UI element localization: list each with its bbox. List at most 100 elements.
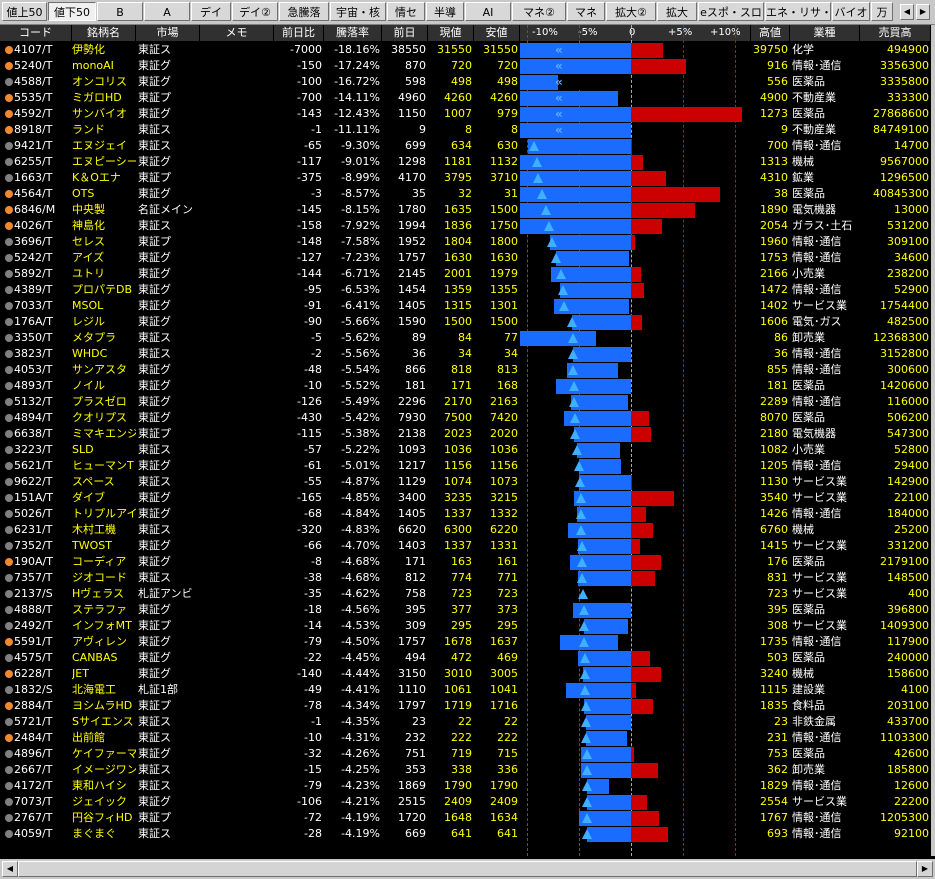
table-row[interactable]: 7357/T ジオコード 東証ス -38 -4.68% 812 774 771 831 サービス業… — [0, 570, 935, 586]
col-header-market[interactable]: 市場 — [136, 25, 200, 41]
table-row[interactable]: 5591/T アヴィレン 東証グ -79 -4.50% 1757 1678 1637 1735 情… — [0, 634, 935, 650]
memo-cell[interactable] — [200, 154, 274, 170]
table-row[interactable]: 2767/T 円谷フィHD 東証プ -72 -4.19% 1720 1648 1634 1767… — [0, 810, 935, 826]
memo-cell[interactable] — [200, 506, 274, 522]
table-row[interactable]: 4575/T CANBAS 東証グ -22 -4.45% 494 472 469 503 医薬品 2… — [0, 650, 935, 666]
col-header-memo[interactable]: メモ — [200, 25, 274, 41]
col-header-price[interactable]: 現値 — [428, 25, 474, 41]
memo-cell[interactable] — [200, 618, 274, 634]
col-header-diff[interactable]: 前日比 — [274, 25, 324, 41]
memo-cell[interactable] — [200, 138, 274, 154]
memo-cell[interactable] — [200, 282, 274, 298]
table-row[interactable]: 8918/T ランド 東証ス -1 -11.11% 9 8 8 9 不動産業 84749100 « — [0, 122, 935, 138]
table-row[interactable]: 3350/T メタプラ 東証ス -5 -5.62% 89 84 77 86 卸売業 12368300 — [0, 330, 935, 346]
memo-cell[interactable] — [200, 778, 274, 794]
memo-cell[interactable] — [200, 394, 274, 410]
table-row[interactable]: 6228/T JET 東証グ -140 -4.44% 3150 3010 3005 3240 機械… — [0, 666, 935, 682]
table-row[interactable]: 4588/T オンコリス 東証グ -100 -16.72% 598 498 498 556 医薬品… — [0, 74, 935, 90]
table-row[interactable]: 3823/T WHDC 東証ス -2 -5.56% 36 34 34 36 情報･通信 315280… — [0, 346, 935, 362]
memo-cell[interactable] — [200, 122, 274, 138]
table-row[interactable]: 4107/T 伊勢化 東証ス -7000 -18.16% 38550 31550 31550 3… — [0, 42, 935, 58]
tab-scroll-right-icon[interactable]: ▶ — [916, 4, 930, 20]
memo-cell[interactable] — [200, 314, 274, 330]
memo-cell[interactable] — [200, 810, 274, 826]
memo-cell[interactable] — [200, 666, 274, 682]
table-row[interactable]: 4894/T クオリプス 東証グ -430 -5.42% 7930 7500 7420 8070… — [0, 410, 935, 426]
horizontal-scrollbar[interactable]: ◀ ▶ — [0, 859, 935, 879]
memo-cell[interactable] — [200, 522, 274, 538]
table-row[interactable]: 151A/T ダイブ 東証グ -165 -4.85% 3400 3235 3215 3540 サー… — [0, 490, 935, 506]
table-row[interactable]: 9421/T エヌジェイ 東証ス -65 -9.30% 699 634 630 700 情報･通信… — [0, 138, 935, 154]
col-header-pct[interactable]: 騰落率 — [324, 25, 382, 41]
table-row[interactable]: 4888/T ステラファ 東証グ -18 -4.56% 395 377 373 395 医薬品 39… — [0, 602, 935, 618]
tab-6[interactable]: 急騰落 — [279, 2, 329, 21]
table-row[interactable]: 1832/S 北海電工 札証1部 -49 -4.41% 1110 1061 1041 1115 建… — [0, 682, 935, 698]
col-header-high[interactable]: 高値 — [751, 25, 790, 41]
table-row[interactable]: 7352/T TWOST 東証グ -66 -4.70% 1403 1337 1331 1415 サ… — [0, 538, 935, 554]
table-row[interactable]: 4893/T ノイル 東証グ -10 -5.52% 181 171 168 181 医薬品 1420… — [0, 378, 935, 394]
memo-cell[interactable] — [200, 794, 274, 810]
scroll-left-button[interactable]: ◀ — [2, 861, 18, 877]
memo-cell[interactable] — [200, 826, 274, 842]
col-header-code[interactable]: コード — [0, 25, 72, 41]
memo-cell[interactable] — [200, 170, 274, 186]
memo-cell[interactable] — [200, 538, 274, 554]
table-row[interactable]: 6846/M 中央製 名証メイン -145 -8.15% 1780 1635 1500 1890… — [0, 202, 935, 218]
memo-cell[interactable] — [200, 250, 274, 266]
memo-cell[interactable] — [200, 90, 274, 106]
memo-cell[interactable] — [200, 106, 274, 122]
table-row[interactable]: 4172/T 東和ハイシ 東証ス -79 -4.23% 1869 1790 1790 1829 情… — [0, 778, 935, 794]
table-row[interactable]: 190A/T コーディア 東証グ -8 -4.68% 171 163 161 176 医薬品 217… — [0, 554, 935, 570]
memo-cell[interactable] — [200, 330, 274, 346]
table-row[interactable]: 2884/T ヨシムラHD 東証プ -78 -4.34% 1797 1719 1716 1835… — [0, 698, 935, 714]
table-row[interactable]: 5132/T プラスゼロ 東証グ -126 -5.49% 2296 2170 2163 2289… — [0, 394, 935, 410]
memo-cell[interactable] — [200, 58, 274, 74]
tab-2[interactable]: B — [97, 2, 143, 21]
tab-3[interactable]: A — [144, 2, 190, 21]
memo-cell[interactable] — [200, 602, 274, 618]
tab-11[interactable]: マネ② — [512, 2, 566, 21]
memo-cell[interactable] — [200, 346, 274, 362]
col-header-industry[interactable]: 業種 — [790, 25, 860, 41]
memo-cell[interactable] — [200, 458, 274, 474]
memo-cell[interactable] — [200, 266, 274, 282]
table-row[interactable]: 176A/T レジル 東証グ -90 -5.66% 1590 1500 1500 1606 電気･… — [0, 314, 935, 330]
tab-7[interactable]: 宇宙・核 — [330, 2, 386, 21]
table-row[interactable]: 4026/T 神島化 東証ス -158 -7.92% 1994 1836 1750 2054 ガラ… — [0, 218, 935, 234]
memo-cell[interactable] — [200, 362, 274, 378]
table-row[interactable]: 7073/T ジェイック 東証グ -106 -4.21% 2515 2409 2409 2554… — [0, 794, 935, 810]
table-row[interactable]: 5621/T ヒューマンT 東証グ -61 -5.01% 1217 1156 1156 1205… — [0, 458, 935, 474]
memo-cell[interactable] — [200, 474, 274, 490]
tab-4[interactable]: デイ — [191, 2, 231, 21]
memo-cell[interactable] — [200, 650, 274, 666]
memo-cell[interactable] — [200, 442, 274, 458]
memo-cell[interactable] — [200, 762, 274, 778]
memo-cell[interactable] — [200, 234, 274, 250]
tab-8[interactable]: 情セ — [387, 2, 425, 21]
memo-cell[interactable] — [200, 490, 274, 506]
table-row[interactable]: 4896/T ケイファーマ 東証グ -32 -4.26% 751 719 715 753 医薬品 4… — [0, 746, 935, 762]
memo-cell[interactable] — [200, 426, 274, 442]
memo-cell[interactable] — [200, 714, 274, 730]
col-header-prev[interactable]: 前日 — [382, 25, 428, 41]
table-row[interactable]: 6638/T ミマキエンジ 東証プ -115 -5.38% 2138 2023 2020 218… — [0, 426, 935, 442]
tab-14[interactable]: 拡大 — [657, 2, 697, 21]
table-row[interactable]: 9622/T スペース 東証ス -55 -4.87% 1129 1074 1073 1130 サー… — [0, 474, 935, 490]
table-row[interactable]: 3696/T セレス 東証プ -148 -7.58% 1952 1804 1800 1960 情報… — [0, 234, 935, 250]
memo-cell[interactable] — [200, 634, 274, 650]
table-row[interactable]: 5892/T ユトリ 東証グ -144 -6.71% 2145 2001 1979 2166 小売… — [0, 266, 935, 282]
tab-scroll-left-icon[interactable]: ◀ — [900, 4, 914, 20]
table-row[interactable]: 5535/T ミガロHD 東証プ -700 -14.11% 4960 4260 4260 490… — [0, 90, 935, 106]
table-row[interactable]: 2667/T イメージワン 東証ス -15 -4.25% 353 338 336 362 卸売業 1… — [0, 762, 935, 778]
tab-17[interactable]: バイオ — [832, 2, 870, 21]
memo-cell[interactable] — [200, 730, 274, 746]
scroll-thumb[interactable] — [18, 861, 917, 877]
col-header-chart[interactable]: -10% -5% 0 +5% +10% — [520, 25, 751, 41]
table-row[interactable]: 1663/T K＆Oエナ 東証プ -375 -8.99% 4170 3795 3710 4310… — [0, 170, 935, 186]
table-row[interactable]: 5026/T トリプルアイ 東証グ -68 -4.84% 1405 1337 1332 1426… — [0, 506, 935, 522]
table-row[interactable]: 2492/T インフォMT 東証プ -14 -4.53% 309 295 295 308 サービス… — [0, 618, 935, 634]
tab-12[interactable]: マネ — [567, 2, 605, 21]
table-row[interactable]: 3223/T SLD 東証ス -57 -5.22% 1093 1036 1036 1082 小売業… — [0, 442, 935, 458]
table-row[interactable]: 4053/T サンアスタ 東証グ -48 -5.54% 866 818 813 855 情報･通信… — [0, 362, 935, 378]
memo-cell[interactable] — [200, 218, 274, 234]
